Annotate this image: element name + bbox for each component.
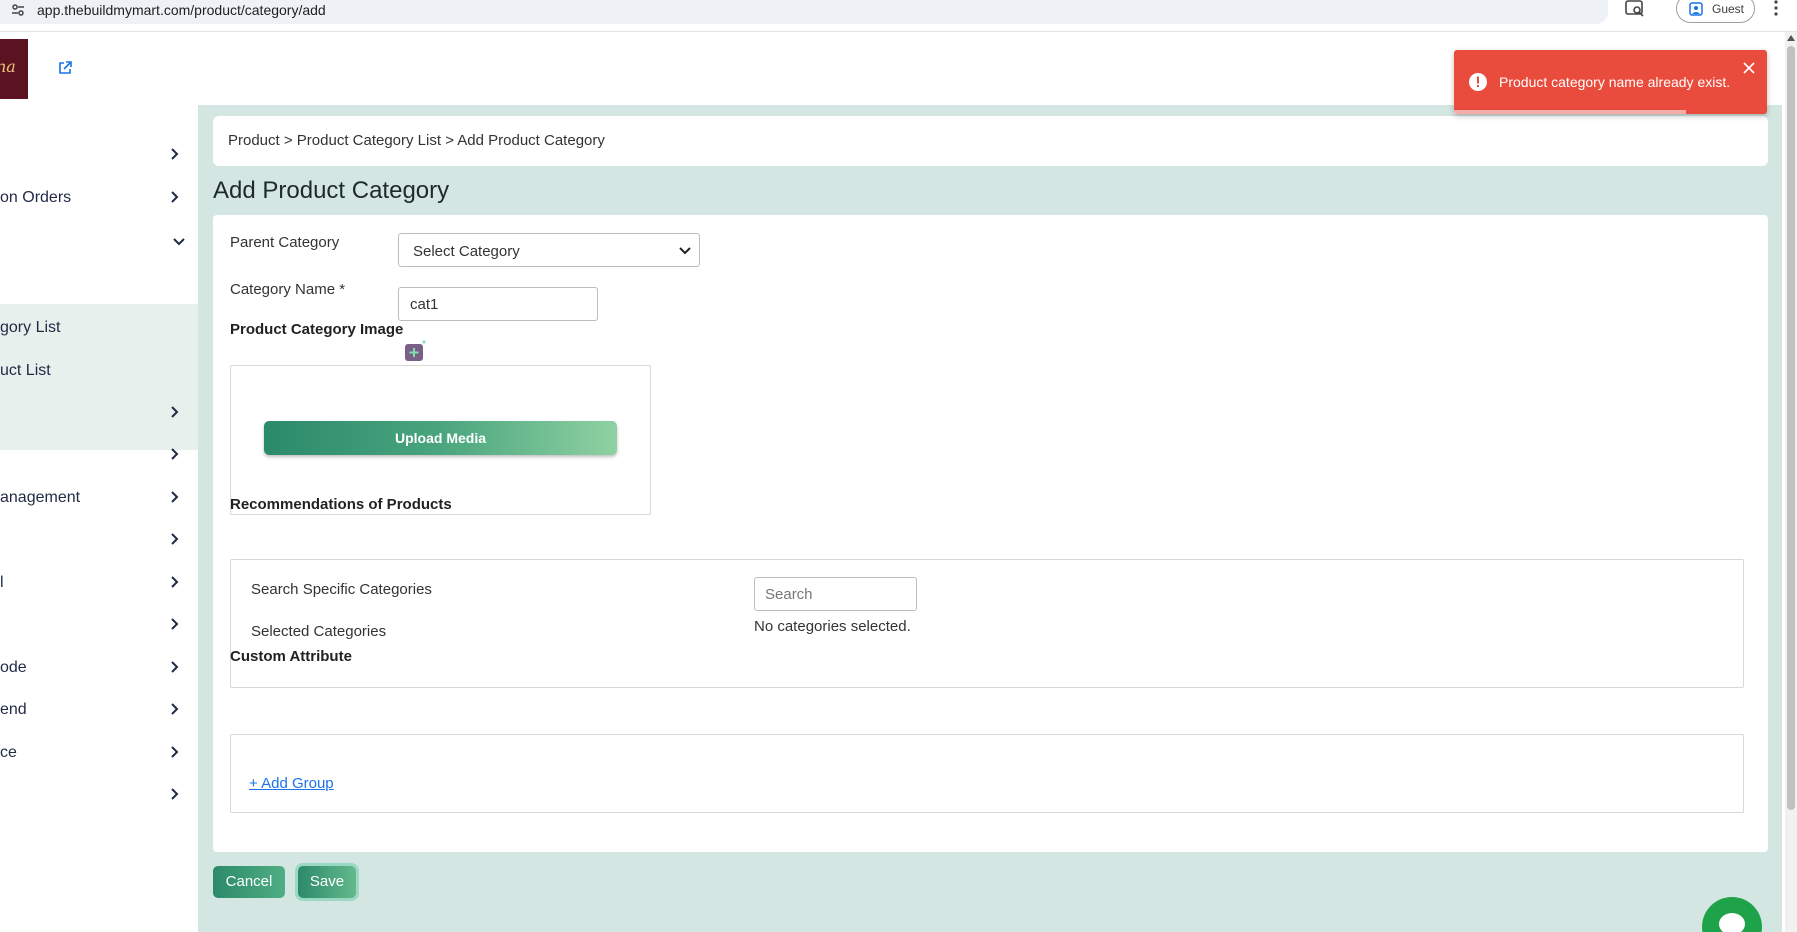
scroll-thumb[interactable] bbox=[1787, 46, 1795, 810]
sidebar-item[interactable] bbox=[0, 223, 198, 263]
sidebar-item[interactable]: anagement bbox=[0, 478, 198, 518]
chevron-right-icon[interactable] bbox=[168, 532, 182, 546]
custom-attribute-label: Custom Attribute bbox=[230, 648, 352, 665]
sidebar-item[interactable] bbox=[0, 435, 198, 475]
scroll-up-icon[interactable] bbox=[1787, 35, 1795, 41]
main-content: Product > Product Category List > Add Pr… bbox=[198, 105, 1782, 932]
chevron-right-icon[interactable] bbox=[168, 702, 182, 716]
sidebar-item-label: ce bbox=[0, 744, 17, 761]
profile-label: Guest bbox=[1712, 2, 1745, 16]
address-bar[interactable]: app.thebuildmymart.com/product/category/… bbox=[0, 0, 1608, 24]
chevron-right-icon[interactable] bbox=[168, 447, 182, 461]
external-link-icon[interactable] bbox=[57, 60, 73, 76]
chat-icon bbox=[1719, 913, 1745, 932]
upload-media-button[interactable]: Upload Media bbox=[264, 421, 617, 455]
sidebar-item-label: end bbox=[0, 701, 27, 718]
chevron-right-icon[interactable] bbox=[168, 490, 182, 504]
chevron-right-icon[interactable] bbox=[168, 745, 182, 759]
search-placeholder: Search bbox=[765, 586, 813, 603]
chevron-right-icon[interactable] bbox=[168, 660, 182, 674]
browser-menu-icon[interactable] bbox=[1769, 0, 1783, 18]
sidebar-item-label: uct List bbox=[0, 362, 51, 379]
sidebar-item[interactable] bbox=[0, 135, 198, 175]
no-categories-text: No categories selected. bbox=[754, 618, 911, 635]
error-toast: Product category name already exist. bbox=[1454, 50, 1767, 114]
page-scrollbar[interactable] bbox=[1785, 32, 1797, 932]
page-title: Add Product Category bbox=[213, 177, 450, 204]
sidebar-item[interactable]: l bbox=[0, 563, 198, 603]
sidebar-item-label: l bbox=[0, 574, 4, 591]
selected-categories-label: Selected Categories bbox=[251, 623, 387, 640]
save-button[interactable]: Save bbox=[298, 866, 356, 898]
chevron-right-icon[interactable] bbox=[168, 147, 182, 161]
ai-generate-icon[interactable] bbox=[404, 339, 428, 363]
chevron-down-icon bbox=[679, 247, 691, 255]
error-icon bbox=[1469, 73, 1487, 91]
recommendations-panel: Search Specific Categories Search Select… bbox=[230, 559, 1744, 688]
sidebar-item[interactable] bbox=[0, 775, 198, 815]
sidebar-item[interactable]: on Orders bbox=[0, 178, 198, 218]
sidebar-item[interactable] bbox=[0, 605, 198, 645]
profile-button[interactable]: Guest bbox=[1676, 0, 1755, 23]
parent-category-select[interactable]: Select Category bbox=[398, 233, 700, 267]
image-dropzone[interactable]: Upload Media bbox=[230, 365, 651, 515]
sidebar-item[interactable] bbox=[0, 393, 198, 433]
sidebar-item-label: on Orders bbox=[0, 189, 72, 206]
category-search-input[interactable]: Search bbox=[754, 577, 917, 611]
sidebar-item[interactable]: ce bbox=[0, 733, 198, 773]
category-name-input[interactable]: cat1 bbox=[398, 287, 598, 321]
chevron-right-icon[interactable] bbox=[168, 575, 182, 589]
sidebar-item[interactable]: uct List bbox=[0, 351, 198, 391]
sidebar-item[interactable] bbox=[0, 520, 198, 560]
chevron-right-icon[interactable] bbox=[168, 787, 182, 801]
site-settings-icon[interactable] bbox=[10, 2, 26, 18]
sidebar-item[interactable]: ode bbox=[0, 648, 198, 688]
chevron-down-icon[interactable] bbox=[172, 235, 186, 249]
chevron-right-icon[interactable] bbox=[168, 190, 182, 204]
sidebar-item-label: anagement bbox=[0, 489, 81, 506]
browser-bar: app.thebuildmymart.com/product/category/… bbox=[0, 0, 1797, 32]
sidebar-item-label: gory List bbox=[0, 319, 61, 336]
search-categories-label: Search Specific Categories bbox=[251, 581, 432, 598]
chevron-right-icon[interactable] bbox=[168, 617, 182, 631]
image-label: Product Category Image bbox=[230, 321, 404, 338]
parent-category-value: Select Category bbox=[413, 243, 520, 260]
sidebar-item[interactable]: end bbox=[0, 690, 198, 730]
sidebar-item-label: ode bbox=[0, 659, 27, 676]
category-name-label: Category Name * bbox=[230, 281, 346, 298]
category-name-value: cat1 bbox=[410, 296, 439, 313]
chevron-right-icon[interactable] bbox=[168, 405, 182, 419]
parent-category-label: Parent Category bbox=[230, 234, 340, 251]
url-text[interactable]: app.thebuildmymart.com/product/category/… bbox=[37, 1, 326, 19]
sidebar: on Orders gory List uct List anagement l ode e… bbox=[0, 105, 198, 932]
cancel-button[interactable]: Cancel bbox=[213, 866, 285, 898]
breadcrumb-bar: Product > Product Category List > Add Pr… bbox=[213, 116, 1768, 166]
form-card: Parent Category Select Category Category… bbox=[213, 215, 1768, 852]
profile-icon bbox=[1689, 2, 1703, 16]
add-group-link[interactable]: + Add Group bbox=[249, 775, 334, 792]
recommendations-label: Recommendations of Products bbox=[230, 496, 452, 513]
google-lens-icon[interactable] bbox=[1625, 0, 1645, 18]
toast-message: Product category name already exist. bbox=[1499, 74, 1731, 90]
brand-logo[interactable]: na bbox=[0, 39, 28, 99]
breadcrumb[interactable]: Product > Product Category List > Add Pr… bbox=[228, 132, 605, 149]
custom-attribute-panel: + Add Group bbox=[230, 734, 1744, 813]
sidebar-item[interactable]: gory List bbox=[0, 308, 198, 348]
close-icon[interactable] bbox=[1743, 62, 1755, 74]
toast-progress-bar bbox=[1454, 110, 1686, 114]
